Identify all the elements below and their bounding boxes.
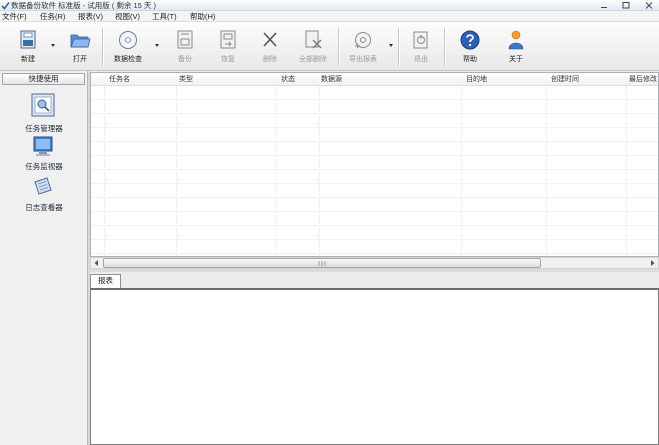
task-table[interactable]: 任务名 类型 状态 数据源 目的地 创建时间 最后修改 (90, 72, 659, 257)
export-report-button[interactable]: 导出报表 (343, 29, 383, 67)
help-icon (460, 30, 480, 50)
report-tab-strip: 报表 (90, 272, 659, 288)
data-check-button[interactable]: 数据检查 (108, 29, 148, 67)
sidebar-item-label: 任务管理器 (25, 124, 63, 133)
disc-check-icon (119, 31, 137, 49)
folder-open-icon (70, 34, 91, 48)
data-check-dropdown-arrow[interactable] (155, 44, 159, 47)
tab-report[interactable]: 报表 (90, 274, 121, 288)
report-panel[interactable] (90, 288, 659, 445)
sidebar-item-label: 日志查看器 (25, 203, 63, 212)
log-viewer-icon (34, 177, 52, 195)
sidebar-item-task-manager[interactable]: 任务管理器 (0, 91, 88, 133)
column-header-source[interactable]: 数据源 (321, 75, 342, 84)
task-monitor-icon (33, 136, 53, 156)
delete-button[interactable]: 删除 (250, 29, 290, 67)
task-manager-icon (31, 93, 55, 117)
horizontal-scrollbar[interactable] (90, 257, 659, 269)
menu-bar: 文件(F) 任务(R) 报表(V) 视图(V) 工具(T) 帮助(H) (0, 11, 659, 22)
delete-all-icon (305, 30, 322, 49)
delete-all-button[interactable]: 全部删除 (293, 29, 333, 67)
new-dropdown-arrow[interactable] (51, 44, 55, 47)
sidebar-item-task-monitor[interactable]: 任务监视器 (0, 134, 88, 172)
backup-icon (177, 30, 193, 49)
sidebar-item-log-viewer[interactable]: 日志查看器 (0, 173, 88, 215)
export-report-dropdown-arrow[interactable] (389, 44, 393, 47)
new-button[interactable]: 新建 (8, 29, 48, 67)
exit-button-label: 退出 (414, 56, 428, 63)
export-report-icon (355, 32, 371, 49)
maximize-icon[interactable] (620, 1, 632, 10)
data-check-button-label: 数据检查 (114, 56, 142, 63)
exit-icon (413, 31, 428, 49)
backup-button[interactable]: 备份 (165, 29, 205, 67)
app-logo-icon (1, 2, 10, 10)
export-report-button-label: 导出报表 (349, 56, 377, 63)
column-header-last-modified[interactable]: 最后修改 (629, 75, 657, 84)
menu-task[interactable]: 任务(R) (40, 12, 65, 21)
about-button[interactable]: 关于 (496, 29, 536, 67)
close-icon[interactable] (643, 1, 655, 10)
scroll-grip-icon (318, 261, 326, 266)
new-button-label: 新建 (21, 56, 35, 63)
sidebar-item-label: 任务监视器 (25, 162, 63, 171)
table-body[interactable] (91, 86, 658, 256)
open-button-label: 打开 (73, 56, 87, 63)
scroll-left-icon[interactable] (91, 258, 102, 268)
menu-view[interactable]: 视图(V) (115, 12, 140, 21)
menu-report[interactable]: 报表(V) (78, 12, 103, 21)
exit-button[interactable]: 退出 (401, 29, 441, 67)
scroll-right-icon[interactable] (647, 258, 658, 268)
open-button[interactable]: 打开 (60, 29, 100, 67)
delete-all-button-label: 全部删除 (299, 56, 327, 63)
quick-access-title: 快捷使用 (2, 73, 85, 85)
column-header-status[interactable]: 状态 (281, 75, 295, 84)
table-header: 任务名 类型 状态 数据源 目的地 创建时间 最后修改 (91, 73, 658, 86)
column-header-created-time[interactable]: 创建时间 (551, 75, 579, 84)
column-header-destination[interactable]: 目的地 (466, 75, 487, 84)
help-button[interactable]: 帮助 (450, 29, 490, 67)
new-task-icon (20, 30, 36, 49)
about-icon (508, 30, 524, 50)
toolbar: 新建 打开 数据检查 备份 恢复 删除 全部删除 导出报表 退出 帮助 关于 (0, 22, 659, 71)
window-title: 数据备份软件 标准版 - 试用版 ( 剩余 15 天 ) (11, 1, 157, 10)
title-bar: 数据备份软件 标准版 - 试用版 ( 剩余 15 天 ) (0, 0, 659, 11)
menu-help[interactable]: 帮助(H) (190, 12, 215, 21)
quick-access-panel: 快捷使用 任务管理器 任务监视器 日志查看器 (0, 71, 88, 445)
restore-button[interactable]: 恢复 (208, 29, 248, 67)
column-header-type[interactable]: 类型 (179, 75, 193, 84)
scrollbar-thumb[interactable] (103, 258, 541, 268)
menu-file[interactable]: 文件(F) (2, 12, 27, 21)
restore-icon (220, 30, 236, 49)
delete-icon (263, 32, 277, 47)
help-button-label: 帮助 (463, 56, 477, 63)
menu-tools[interactable]: 工具(T) (152, 12, 177, 21)
minimize-icon[interactable] (598, 1, 610, 10)
column-header-task-name[interactable]: 任务名 (109, 75, 130, 84)
about-button-label: 关于 (509, 56, 523, 63)
